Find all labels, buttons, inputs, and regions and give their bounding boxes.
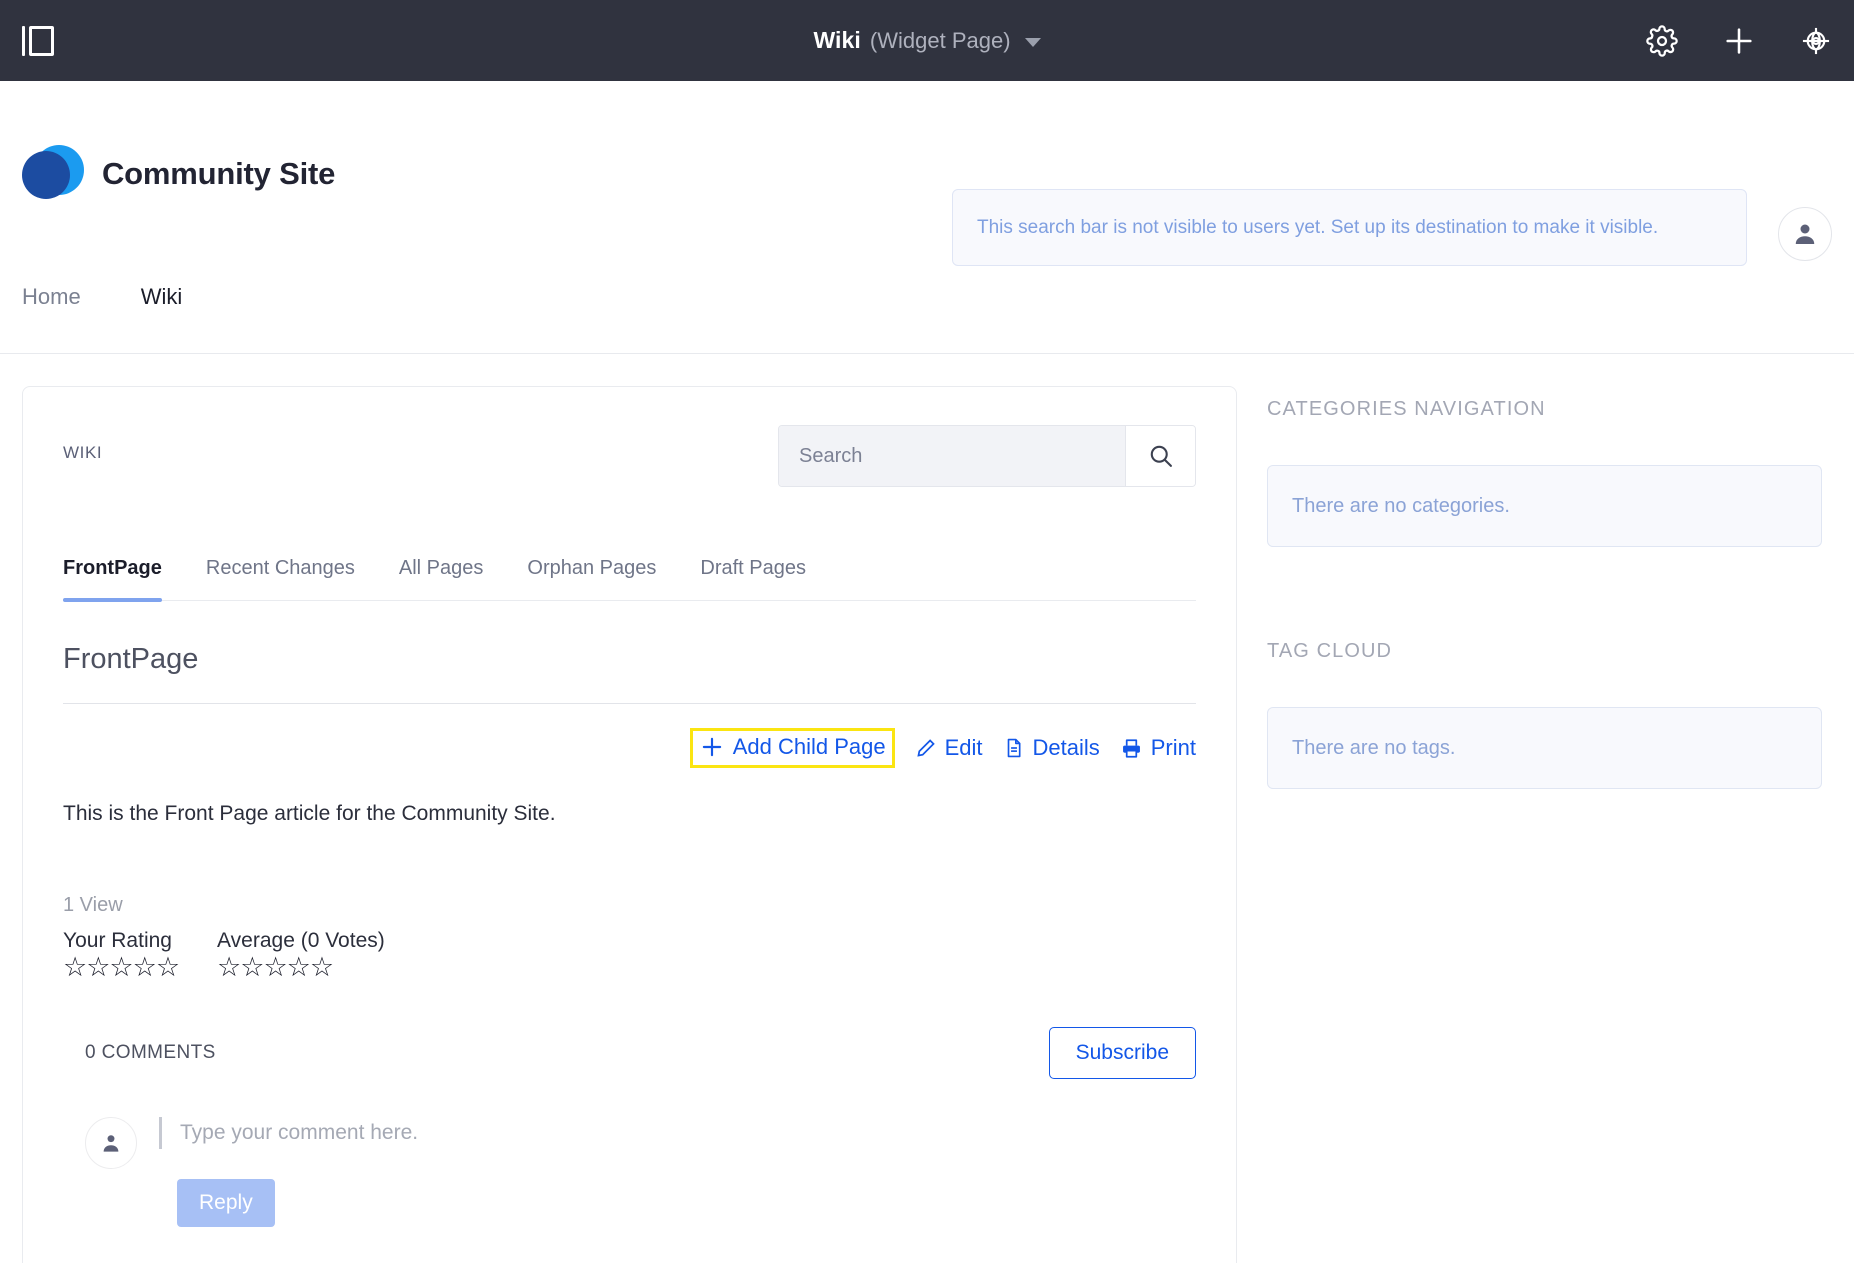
wiki-tabs: FrontPage Recent Changes All Pages Orpha… [63,557,1196,602]
nav-item-wiki[interactable]: Wiki [141,284,183,310]
tab-all-pages[interactable]: All Pages [377,557,506,600]
print-button[interactable]: Print [1120,735,1196,761]
document-icon [1007,738,1021,758]
wiki-search-input[interactable] [779,426,1125,486]
comment-input-wrapper [159,1116,1196,1149]
your-rating-stars[interactable]: ☆☆☆☆☆ [63,952,180,983]
tags-empty-text: There are no tags. [1292,736,1456,759]
tab-draft-pages[interactable]: Draft Pages [678,557,828,600]
wiki-card-header: WIKI [63,425,1196,487]
view-count: 1 View [63,894,123,916]
rating-section: Your Rating ☆☆☆☆☆ Average (0 Votes) ☆☆☆☆… [63,929,1196,983]
user-avatar-icon [85,1116,137,1169]
comment-compose-column: Reply [159,1116,1196,1227]
site-name: Community Site [102,155,336,191]
reply-button[interactable]: Reply [177,1178,275,1227]
panel-icon-box [29,25,54,56]
search-bar-notice[interactable]: This search bar is not visible to users … [952,189,1747,266]
sidebar-panel-icon[interactable] [22,24,60,58]
tag-cloud-title: TAG CLOUD [1267,640,1393,662]
right-sidebar: CATEGORIES NAVIGATION There are no categ… [1267,386,1822,1263]
tab-orphan-pages[interactable]: Orphan Pages [505,557,678,600]
categories-empty-text: There are no categories. [1292,494,1510,517]
logo-circle-dark [22,150,70,199]
add-child-page-label: Add Child Page [732,734,886,759]
details-label: Details [1032,735,1100,760]
brand[interactable]: Community Site [22,144,336,203]
edit-button[interactable]: Edit [915,735,983,761]
edit-label: Edit [944,735,983,760]
panel-icon-left-bar [22,25,25,56]
average-rating-label: Average (0 Votes) [217,929,385,952]
chevron-down-icon[interactable] [1024,38,1041,47]
wiki-search [778,425,1196,487]
site-header: Community Site This search bar is not vi… [0,81,1854,266]
categories-navigation-title: CATEGORIES NAVIGATION [1267,398,1546,420]
site-navigation: Home Wiki [0,266,1854,354]
comment-input[interactable] [180,1120,1196,1145]
pencil-icon [916,739,935,757]
comment-composer: Reply [63,1116,1196,1227]
page-body: WIKI FrontPage Recent Changes All Pages … [0,354,1854,1263]
site-logo-icon [22,144,84,203]
title-divider [63,703,1196,704]
article-body: This is the Front Page article for the C… [63,802,556,825]
app-title: Wiki [813,27,861,53]
average-rating-group: Average (0 Votes) ☆☆☆☆☆ [217,929,385,983]
tab-recent-changes[interactable]: Recent Changes [184,557,377,600]
search-bar-notice-text: This search bar is not visible to users … [977,216,1659,238]
subscribe-button[interactable]: Subscribe [1048,1026,1196,1079]
search-icon[interactable] [1125,426,1195,486]
add-child-page-button[interactable]: Add Child Page [689,728,895,768]
app-title-subtitle: (Widget Page) [869,27,1011,53]
tags-empty-box: There are no tags. [1267,707,1822,789]
plus-icon [702,737,721,757]
details-button[interactable]: Details [1003,735,1100,761]
wiki-eyebrow-label: WIKI [63,443,103,462]
target-globe-icon[interactable] [1800,25,1832,57]
app-title-group: Wiki (Widget Page) [0,27,1854,54]
comments-header: 0 COMMENTS Subscribe [63,1026,1196,1079]
categories-empty-box: There are no categories. [1267,465,1822,547]
average-rating-stars: ☆☆☆☆☆ [217,952,334,982]
plus-icon[interactable] [1722,24,1756,58]
nav-item-home[interactable]: Home [22,284,81,310]
app-top-bar: Wiki (Widget Page) [0,0,1854,81]
page-title: FrontPage [63,643,199,675]
gear-icon[interactable] [1646,24,1678,57]
comments-count: 0 COMMENTS [85,1041,216,1063]
printer-icon [1122,738,1140,758]
your-rating-group: Your Rating ☆☆☆☆☆ [63,929,180,983]
user-avatar-icon[interactable] [1778,207,1832,261]
wiki-card: WIKI FrontPage Recent Changes All Pages … [22,386,1237,1263]
app-bar-actions [1646,24,1832,58]
article-action-bar: Add Child Page Edit Details Print [63,728,1196,768]
tab-frontpage[interactable]: FrontPage [63,557,184,602]
print-label: Print [1150,735,1196,760]
your-rating-label: Your Rating [63,929,172,952]
